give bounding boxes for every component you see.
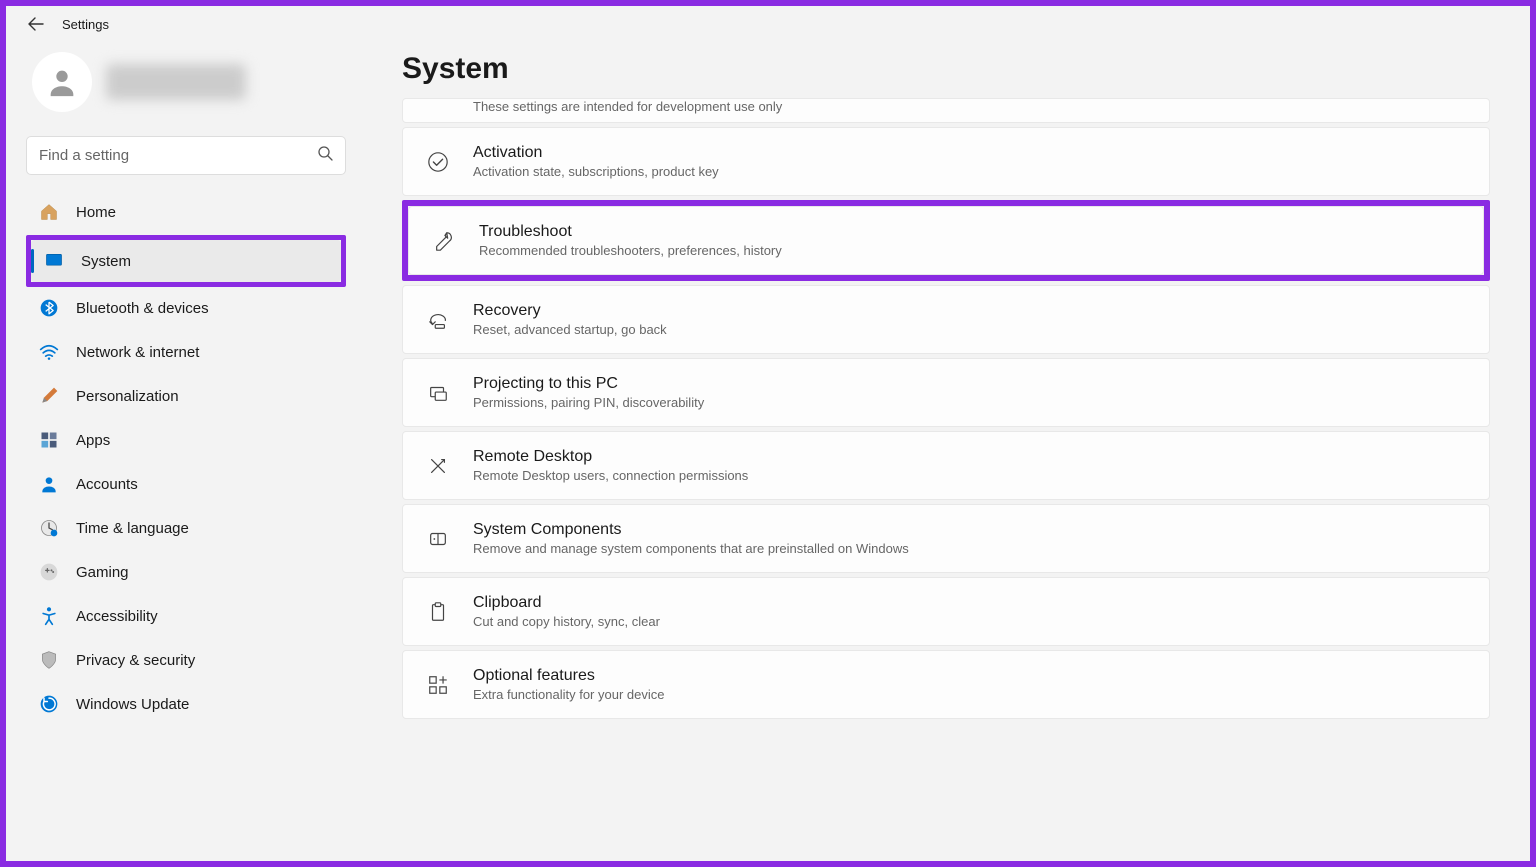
card-text: Projecting to this PC Permissions, pairi… bbox=[473, 375, 704, 410]
page-title: System bbox=[402, 52, 1490, 86]
sidebar-item-label: Accessibility bbox=[76, 608, 158, 625]
sidebar-item-apps[interactable]: Apps bbox=[26, 419, 346, 461]
card-optional-features[interactable]: Optional features Extra functionality fo… bbox=[402, 650, 1490, 719]
card-desc: Recommended troubleshooters, preferences… bbox=[479, 243, 782, 258]
highlight-troubleshoot: Troubleshoot Recommended troubleshooters… bbox=[402, 200, 1490, 281]
card-desc: Cut and copy history, sync, clear bbox=[473, 614, 660, 629]
card-desc: Remote Desktop users, connection permiss… bbox=[473, 468, 748, 483]
sidebar: Home System Bluetooth & devices Network … bbox=[6, 42, 366, 861]
sidebar-item-label: Bluetooth & devices bbox=[76, 300, 209, 317]
card-text: Activation Activation state, subscriptio… bbox=[473, 144, 719, 179]
card-troubleshoot[interactable]: Troubleshoot Recommended troubleshooters… bbox=[408, 206, 1484, 275]
search-box[interactable] bbox=[26, 136, 346, 175]
bluetooth-icon bbox=[38, 297, 60, 319]
sidebar-item-label: Apps bbox=[76, 432, 110, 449]
recovery-icon bbox=[425, 307, 451, 333]
clipboard-icon bbox=[425, 599, 451, 625]
search-icon bbox=[317, 145, 333, 166]
sidebar-item-label: Gaming bbox=[76, 564, 129, 581]
card-text: Troubleshoot Recommended troubleshooters… bbox=[479, 223, 782, 258]
content: System These settings are intended for d… bbox=[366, 42, 1530, 861]
sidebar-item-label: Personalization bbox=[76, 388, 179, 405]
sidebar-item-label: Accounts bbox=[76, 476, 138, 493]
back-button[interactable] bbox=[26, 14, 46, 34]
card-title: Optional features bbox=[473, 667, 664, 685]
sidebar-item-label: Windows Update bbox=[76, 696, 189, 713]
card-desc: Remove and manage system components that… bbox=[473, 541, 909, 556]
account-icon bbox=[38, 473, 60, 495]
sidebar-item-privacy[interactable]: Privacy & security bbox=[26, 639, 346, 681]
features-icon bbox=[425, 672, 451, 698]
settings-app: Settings Home bbox=[6, 6, 1530, 861]
card-text: System Components Remove and manage syst… bbox=[473, 521, 909, 556]
cards-list: These settings are intended for developm… bbox=[402, 98, 1490, 719]
sidebar-item-bluetooth[interactable]: Bluetooth & devices bbox=[26, 287, 346, 329]
accessibility-icon bbox=[38, 605, 60, 627]
check-circle-icon bbox=[425, 149, 451, 175]
wifi-icon bbox=[38, 341, 60, 363]
sidebar-item-accounts[interactable]: Accounts bbox=[26, 463, 346, 505]
card-text: Optional features Extra functionality fo… bbox=[473, 667, 664, 702]
profile-name-redacted bbox=[106, 64, 246, 100]
card-recovery[interactable]: Recovery Reset, advanced startup, go bac… bbox=[402, 285, 1490, 354]
card-clipboard[interactable]: Clipboard Cut and copy history, sync, cl… bbox=[402, 577, 1490, 646]
arrow-left-icon bbox=[28, 16, 44, 32]
update-icon bbox=[38, 693, 60, 715]
card-title: Activation bbox=[473, 144, 719, 162]
sidebar-item-gaming[interactable]: Gaming bbox=[26, 551, 346, 593]
card-desc: These settings are intended for developm… bbox=[473, 99, 782, 114]
highlight-system: System bbox=[26, 235, 346, 287]
sidebar-item-label: Time & language bbox=[76, 520, 189, 537]
sidebar-item-home[interactable]: Home bbox=[26, 191, 346, 233]
app-title: Settings bbox=[62, 17, 109, 32]
sidebar-item-label: Home bbox=[76, 204, 116, 221]
nav-list: Home System Bluetooth & devices Network … bbox=[26, 191, 346, 725]
sidebar-item-accessibility[interactable]: Accessibility bbox=[26, 595, 346, 637]
sidebar-item-personalization[interactable]: Personalization bbox=[26, 375, 346, 417]
avatar bbox=[32, 52, 92, 112]
remote-icon bbox=[425, 453, 451, 479]
card-remote-desktop[interactable]: Remote Desktop Remote Desktop users, con… bbox=[402, 431, 1490, 500]
components-icon bbox=[425, 526, 451, 552]
search-input[interactable] bbox=[39, 147, 317, 164]
wrench-icon bbox=[431, 228, 457, 254]
topbar: Settings bbox=[6, 6, 1530, 42]
card-title: Clipboard bbox=[473, 594, 660, 612]
shield-icon bbox=[38, 649, 60, 671]
card-text: These settings are intended for developm… bbox=[425, 99, 782, 114]
home-icon bbox=[38, 201, 60, 223]
main: Home System Bluetooth & devices Network … bbox=[6, 42, 1530, 861]
clock-globe-icon bbox=[38, 517, 60, 539]
card-title: System Components bbox=[473, 521, 909, 539]
sidebar-item-system[interactable]: System bbox=[31, 240, 341, 282]
card-title: Recovery bbox=[473, 302, 667, 320]
card-text: Recovery Reset, advanced startup, go bac… bbox=[473, 302, 667, 337]
card-desc: Permissions, pairing PIN, discoverabilit… bbox=[473, 395, 704, 410]
card-desc: Extra functionality for your device bbox=[473, 687, 664, 702]
sidebar-item-label: Privacy & security bbox=[76, 652, 195, 669]
sidebar-item-label: Network & internet bbox=[76, 344, 199, 361]
card-title: Troubleshoot bbox=[479, 223, 782, 241]
card-desc: Reset, advanced startup, go back bbox=[473, 322, 667, 337]
profile-section[interactable] bbox=[26, 52, 346, 112]
system-icon bbox=[43, 250, 65, 272]
sidebar-item-network[interactable]: Network & internet bbox=[26, 331, 346, 373]
person-icon bbox=[45, 65, 79, 99]
brush-icon bbox=[38, 385, 60, 407]
card-system-components[interactable]: System Components Remove and manage syst… bbox=[402, 504, 1490, 573]
sidebar-item-update[interactable]: Windows Update bbox=[26, 683, 346, 725]
card-title: Projecting to this PC bbox=[473, 375, 704, 393]
card-title: Remote Desktop bbox=[473, 448, 748, 466]
card-projecting[interactable]: Projecting to this PC Permissions, pairi… bbox=[402, 358, 1490, 427]
card-text: Clipboard Cut and copy history, sync, cl… bbox=[473, 594, 660, 629]
project-icon bbox=[425, 380, 451, 406]
grid-icon bbox=[38, 429, 60, 451]
card-desc: Activation state, subscriptions, product… bbox=[473, 164, 719, 179]
gaming-icon bbox=[38, 561, 60, 583]
sidebar-item-time[interactable]: Time & language bbox=[26, 507, 346, 549]
card-text: Remote Desktop Remote Desktop users, con… bbox=[473, 448, 748, 483]
sidebar-item-label: System bbox=[81, 253, 131, 270]
card-partial-dev[interactable]: These settings are intended for developm… bbox=[402, 98, 1490, 123]
card-activation[interactable]: Activation Activation state, subscriptio… bbox=[402, 127, 1490, 196]
